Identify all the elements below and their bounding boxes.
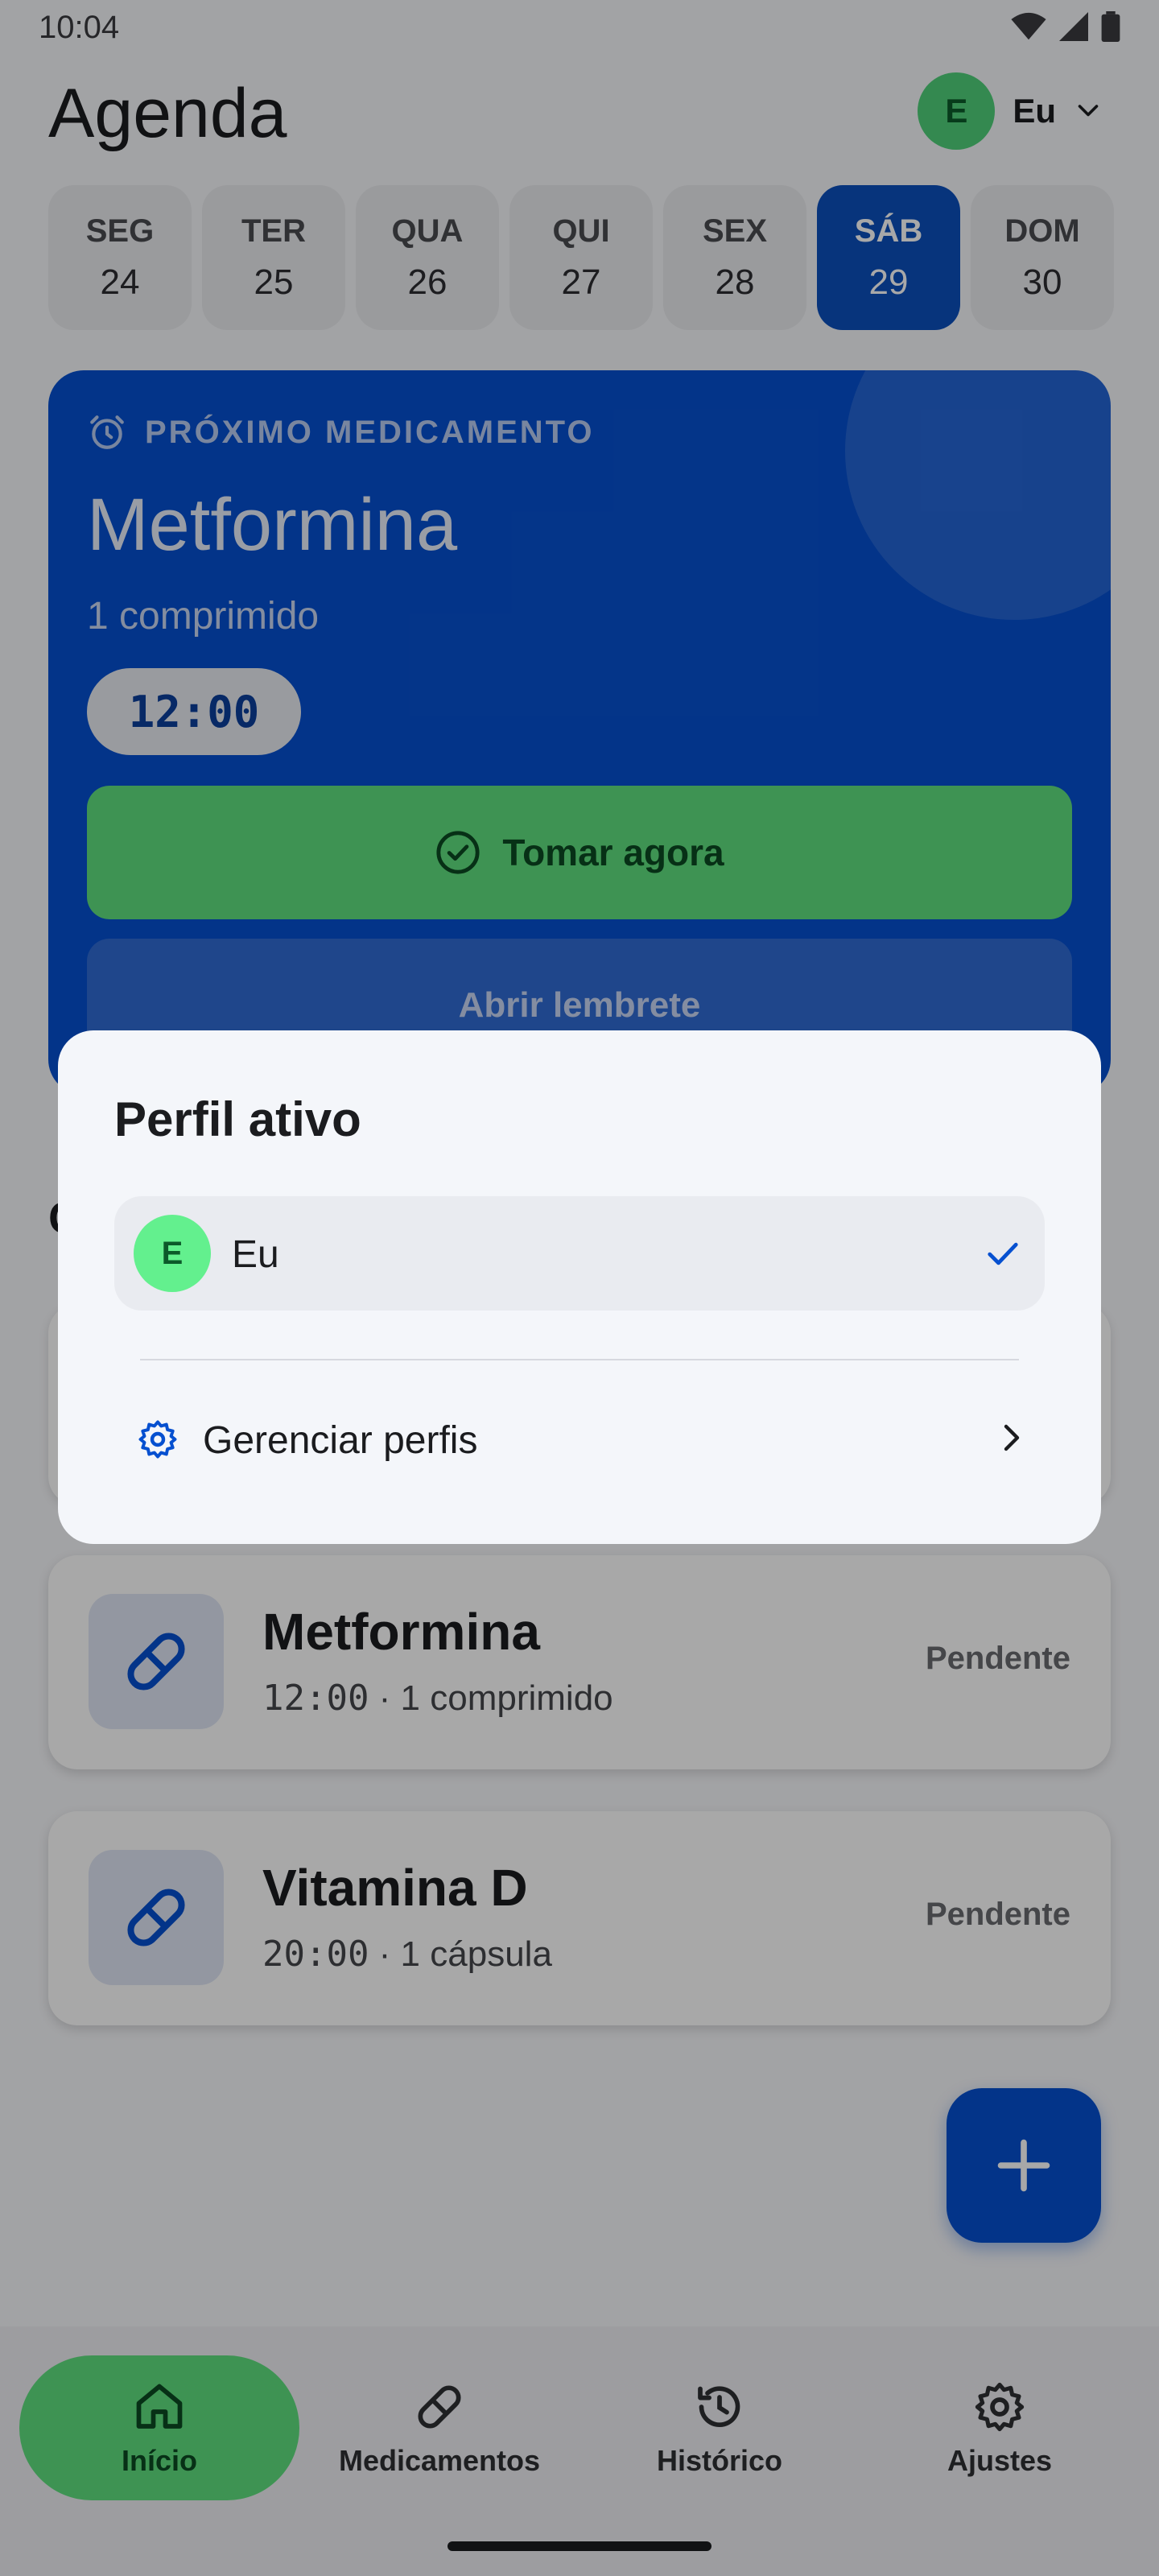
manage-profiles-label: Gerenciar perfis bbox=[203, 1419, 478, 1462]
profile-option-eu[interactable]: E Eu bbox=[114, 1196, 1045, 1311]
manage-profiles-button[interactable]: Gerenciar perfis bbox=[135, 1393, 1079, 1481]
divider bbox=[140, 1359, 1019, 1360]
dialog-title: Perfil ativo bbox=[114, 1092, 361, 1146]
profile-name: Eu bbox=[232, 1233, 279, 1276]
check-icon bbox=[988, 1242, 1018, 1265]
avatar: E bbox=[134, 1215, 211, 1292]
active-profile-dialog: Perfil ativo E Eu Gerenciar perfis bbox=[58, 1030, 1101, 1544]
chevron-right-icon bbox=[1004, 1424, 1020, 1451]
gear-icon bbox=[138, 1420, 177, 1459]
